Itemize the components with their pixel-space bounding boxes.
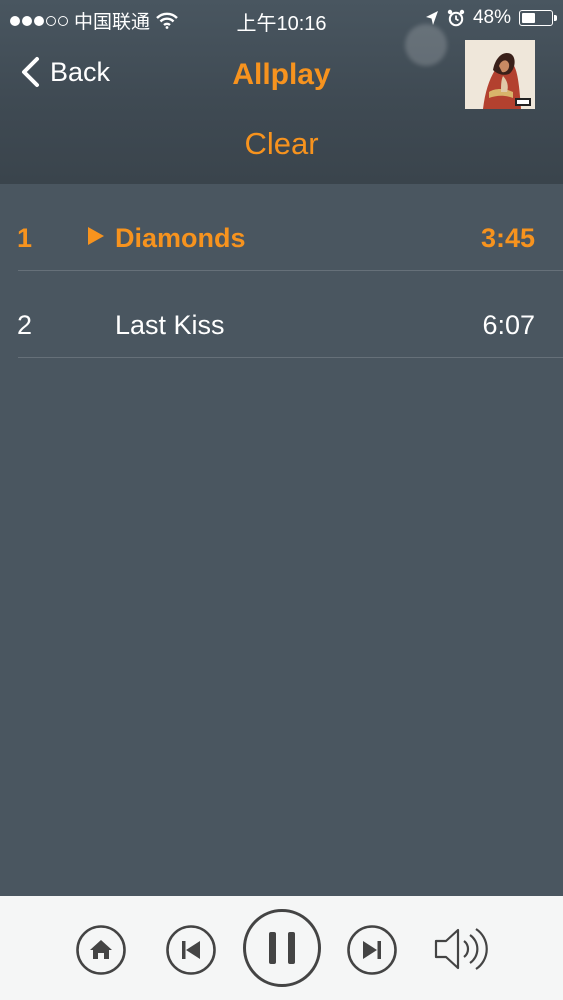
album-art-thumbnail[interactable] [465, 40, 535, 109]
track-number: 2 [17, 310, 33, 340]
next-icon [347, 925, 397, 975]
home-button[interactable] [75, 924, 127, 981]
track-title: Diamonds [115, 223, 246, 253]
previous-icon [166, 925, 216, 975]
playlist-item-2[interactable]: 2 Last Kiss 6:07 [0, 271, 563, 358]
battery-icon [519, 10, 557, 26]
status-bar: 中国联通 上午10:16 48% [0, 0, 563, 38]
volume-icon [434, 928, 488, 970]
album-cover-image [465, 40, 535, 109]
clear-button[interactable]: Clear [0, 126, 563, 162]
previous-button[interactable] [165, 924, 217, 981]
next-button[interactable] [346, 924, 398, 981]
home-icon [76, 925, 126, 975]
pause-button[interactable] [242, 908, 322, 993]
divider [18, 357, 563, 358]
track-duration: 3:45 [480, 223, 535, 253]
now-playing-icon [88, 227, 104, 245]
pause-icon [243, 909, 321, 987]
track-title: Last Kiss [115, 310, 225, 340]
playlist: 1 Diamonds 3:45 2 Last Kiss 6:07 [0, 184, 563, 358]
touch-indicator [405, 24, 447, 66]
battery-percent: 48% [472, 7, 511, 28]
volume-button[interactable] [432, 922, 492, 981]
playback-controls [0, 896, 563, 1000]
track-number: 1 [17, 223, 33, 253]
header: 中国联通 上午10:16 48% Back Allplay Clear [0, 0, 563, 184]
alarm-icon [447, 9, 465, 27]
playlist-item-1[interactable]: 1 Diamonds 3:45 [0, 184, 563, 271]
track-duration: 6:07 [482, 310, 535, 340]
